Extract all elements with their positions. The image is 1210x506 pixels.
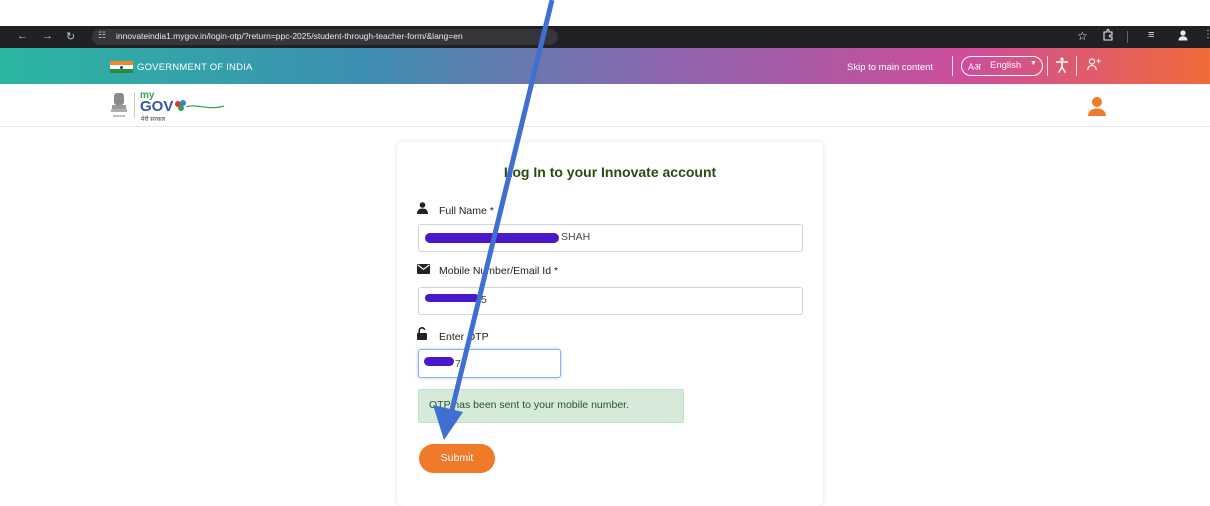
language-selector[interactable]: Aअ English ▼: [961, 56, 1043, 76]
login-card: Log In to your Innovate account Full Nam…: [397, 142, 823, 506]
chevron-down-icon: ▼: [1030, 60, 1037, 67]
india-flag-icon: [110, 61, 133, 73]
address-bar-url[interactable]: innovateindia1.mygov.in/login-otp/?retur…: [116, 31, 463, 41]
user-avatar-icon[interactable]: [1086, 95, 1108, 117]
user-icon: [417, 202, 431, 217]
divider: [952, 56, 953, 76]
government-bar: GOVERNMENT OF INDIA Skip to main content…: [0, 48, 1210, 84]
otp-label: Enter OTP: [417, 327, 489, 343]
profile-icon[interactable]: [1177, 29, 1189, 44]
top-margin: [0, 0, 1210, 26]
mobile-email-input[interactable]: 5: [418, 287, 803, 315]
full-name-label: Full Name *: [417, 202, 494, 217]
otp-input[interactable]: 7: [418, 349, 561, 378]
redaction-mark: [425, 294, 479, 302]
puzzle-icon[interactable]: [1102, 28, 1114, 44]
divider: [1047, 56, 1048, 76]
logo-divider: [134, 92, 135, 118]
alert-text: OTP has been sent to your mobile number.: [429, 399, 630, 411]
logo-gov: GOV: [140, 98, 174, 115]
browser-toolbar: ← → ↻ ☷ innovateindia1.mygov.in/login-ot…: [0, 26, 1210, 48]
arrow-right-icon[interactable]: →: [42, 30, 53, 42]
toolbar-divider: [1127, 31, 1128, 43]
otp-sent-alert: OTP has been sent to your mobile number.: [418, 389, 684, 423]
envelope-icon: [417, 264, 431, 277]
redaction-mark: [424, 357, 454, 366]
mobile-label: Mobile Number/Email Id *: [417, 264, 558, 277]
mobile-label-text: Mobile Number/Email Id *: [439, 265, 559, 277]
government-title[interactable]: GOVERNMENT OF INDIA: [137, 62, 253, 73]
divider: [1076, 56, 1077, 76]
mobile-email-value: 5: [481, 294, 487, 306]
reload-icon[interactable]: ↻: [66, 30, 75, 43]
tune-icon[interactable]: ☷: [98, 30, 106, 41]
full-name-value: SHAH: [561, 231, 591, 243]
form-title: Log In to your Innovate account: [503, 164, 717, 180]
accessibility-icon[interactable]: [1055, 57, 1069, 77]
star-icon[interactable]: ☆: [1077, 29, 1088, 43]
national-emblem-icon: [111, 93, 127, 117]
unlock-icon: [417, 327, 431, 343]
full-name-input[interactable]: SHAH: [418, 224, 803, 252]
mygov-logo[interactable]: my GOV मेरी सरकार: [140, 90, 230, 123]
logo-hindi: मेरी सरकार: [141, 117, 166, 123]
otp-label-text: Enter OTP: [439, 331, 489, 343]
user-plus-icon[interactable]: [1087, 58, 1101, 74]
skip-to-content-link[interactable]: Skip to main content: [847, 62, 933, 73]
innovate-swoosh-icon: [175, 100, 225, 111]
full-name-label-text: Full Name *: [439, 205, 494, 217]
arrow-left-icon[interactable]: ←: [17, 30, 28, 42]
otp-value: 7: [455, 358, 461, 370]
translate-icon: Aअ: [968, 62, 981, 72]
redaction-mark: [425, 233, 559, 243]
reading-list-icon[interactable]: ≡: [1148, 29, 1154, 41]
submit-button[interactable]: Submit: [419, 444, 495, 473]
site-header: my GOV मेरी सरकार: [0, 84, 1210, 127]
more-icon[interactable]: ⋮: [1203, 29, 1210, 40]
language-label: English: [990, 60, 1022, 71]
